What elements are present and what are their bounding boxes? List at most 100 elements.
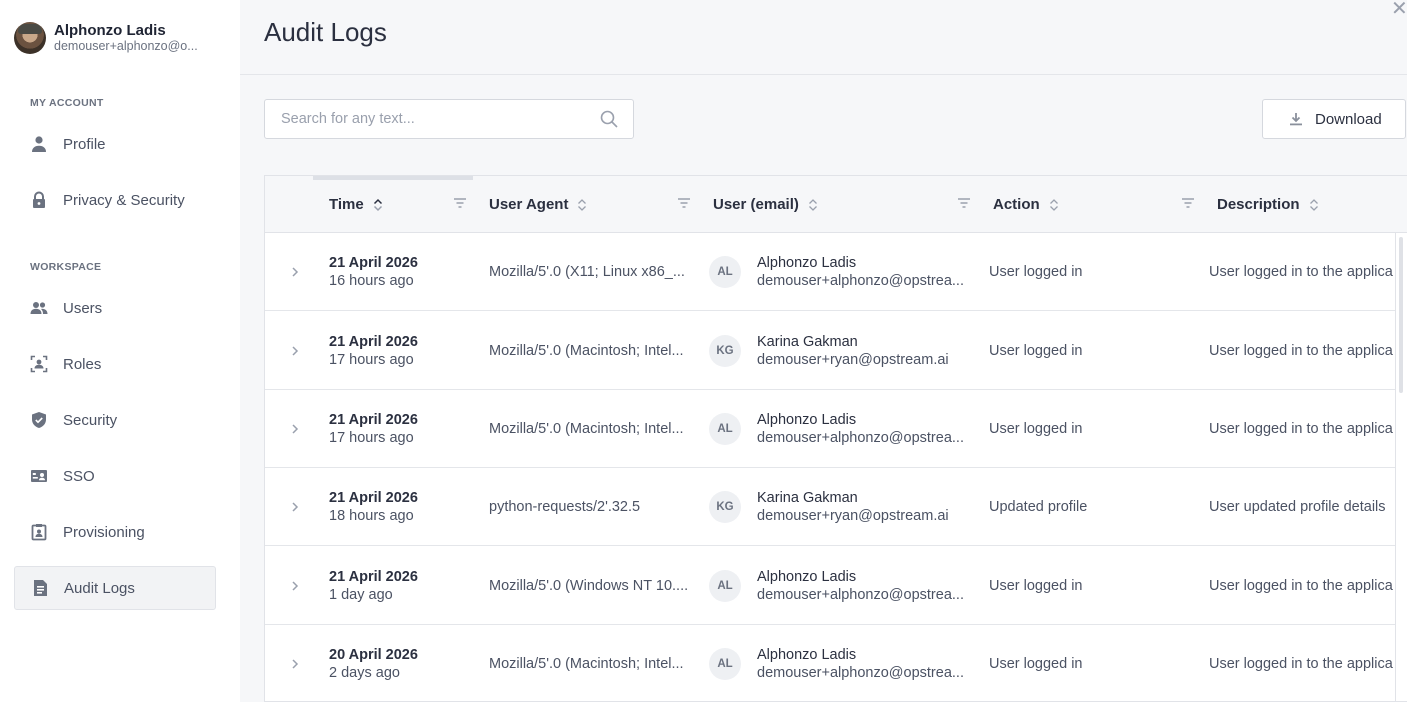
filter-icon[interactable] xyxy=(1181,196,1195,210)
table-row[interactable]: 21 April 2026 18 hours ago python-requests… xyxy=(265,468,1395,546)
avatar xyxy=(14,22,46,54)
cell-user-agent: Mozilla/5'.0 (Macintosh; Intel... xyxy=(489,625,693,701)
chevron-right-icon[interactable] xyxy=(291,312,299,390)
user-name: Karina Gakman xyxy=(757,334,858,350)
user-agent-text: Mozilla/5'.0 (Macintosh; Intel... xyxy=(489,656,684,672)
sort-icon[interactable] xyxy=(373,198,383,212)
section-label-my-account: MY ACCOUNT xyxy=(30,97,104,109)
cell-user: Karina Gakman demouser+ryan@opstream.ai xyxy=(757,489,969,526)
sort-icon[interactable] xyxy=(577,198,587,212)
user-name: Alphonzo Ladis xyxy=(757,569,857,585)
chevron-right-icon[interactable] xyxy=(291,547,299,625)
user-agent-text: Mozilla/5'.0 (X11; Linux x86_... xyxy=(489,264,685,280)
table-row[interactable]: 21 April 2026 17 hours ago Mozilla/5'.0 (M… xyxy=(265,390,1395,468)
sidebar-item-provisioning[interactable]: Provisioning xyxy=(14,510,216,554)
sidebar: Alphonzo Ladis demouser+alphonzo@o... MY… xyxy=(0,0,240,702)
users-icon xyxy=(30,299,48,317)
cell-action: User logged in xyxy=(989,578,1083,594)
sidebar-item-label: SSO xyxy=(63,467,95,485)
user-name: Alphonzo Ladis xyxy=(757,412,857,428)
download-label: Download xyxy=(1315,110,1382,128)
sidebar-item-label: Profile xyxy=(63,135,106,153)
sidebar-item-label: Privacy & Security xyxy=(63,191,185,209)
cell-user-agent: python-requests/2'.32.5 xyxy=(489,468,693,546)
user-initials-avatar: KG xyxy=(709,491,741,523)
sort-icon[interactable] xyxy=(1309,198,1319,212)
cell-time: 21 April 2026 18 hours ago xyxy=(329,489,418,526)
table-row[interactable]: 21 April 2026 16 hours ago Mozilla/5'.0 (X… xyxy=(265,233,1395,311)
cell-time: 21 April 2026 17 hours ago xyxy=(329,333,418,370)
user-email: demouser+alphonzo@opstrea... xyxy=(757,430,964,446)
user-initials-avatar: AL xyxy=(709,256,741,288)
log-relative-time: 17 hours ago xyxy=(329,430,414,446)
column-label: Time xyxy=(329,196,364,213)
column-header-user-email[interactable]: User (email) xyxy=(713,176,818,233)
log-date: 21 April 2026 xyxy=(329,412,418,428)
chevron-right-icon[interactable] xyxy=(291,233,299,311)
download-button[interactable]: Download xyxy=(1262,99,1406,139)
column-header-action[interactable]: Action xyxy=(993,176,1059,233)
user-email: demouser+alphonzo@opstrea... xyxy=(757,587,964,603)
user-initials-avatar: AL xyxy=(709,413,741,445)
search-icon[interactable] xyxy=(599,109,619,129)
log-date: 20 April 2026 xyxy=(329,647,418,663)
user-card[interactable]: Alphonzo Ladis demouser+alphonzo@o... xyxy=(14,20,224,56)
table-row[interactable]: 20 April 2026 2 days ago Mozilla/5'.0 (Mac… xyxy=(265,625,1395,701)
sort-icon[interactable] xyxy=(808,198,818,212)
page-title: Audit Logs xyxy=(264,17,387,47)
sidebar-item-security[interactable]: Security xyxy=(14,398,216,442)
search-box[interactable] xyxy=(264,99,634,139)
sidebar-item-label: Audit Logs xyxy=(64,579,135,597)
close-icon[interactable]: ✕ xyxy=(1391,0,1407,20)
user-initials-avatar: KG xyxy=(709,335,741,367)
cell-user-agent: Mozilla/5'.0 (Windows NT 10.... xyxy=(489,547,693,625)
filter-icon[interactable] xyxy=(453,196,467,210)
filter-icon[interactable] xyxy=(677,196,691,210)
log-date: 21 April 2026 xyxy=(329,490,418,506)
table-row[interactable]: 21 April 2026 1 day ago Mozilla/5'.0 (Wind… xyxy=(265,547,1395,625)
sidebar-item-sso[interactable]: SSO xyxy=(14,454,216,498)
cell-time: 21 April 2026 1 day ago xyxy=(329,568,418,605)
filter-icon[interactable] xyxy=(957,196,971,210)
chevron-right-icon[interactable] xyxy=(291,625,299,701)
sidebar-item-audit-logs[interactable]: Audit Logs xyxy=(14,566,216,610)
user-email: demouser+alphonzo@o... xyxy=(54,39,198,53)
cell-user-agent: Mozilla/5'.0 (X11; Linux x86_... xyxy=(489,233,693,311)
column-header-user-agent[interactable]: User Agent xyxy=(489,176,587,233)
cell-action: User logged in xyxy=(989,421,1083,437)
cell-user: Karina Gakman demouser+ryan@opstream.ai xyxy=(757,333,969,370)
cell-user: Alphonzo Ladis demouser+alphonzo@opstrea.… xyxy=(757,568,969,605)
column-header-time[interactable]: Time xyxy=(329,176,383,233)
log-relative-time: 18 hours ago xyxy=(329,508,414,524)
scrollbar[interactable] xyxy=(1395,233,1407,701)
table-row[interactable]: 21 April 2026 17 hours ago Mozilla/5'.0 (M… xyxy=(265,312,1395,390)
description-text: User updated profile details xyxy=(1209,499,1386,515)
log-date: 21 April 2026 xyxy=(329,255,418,271)
scroll-thumb[interactable] xyxy=(1399,237,1403,393)
cell-user: Alphonzo Ladis demouser+alphonzo@opstrea.… xyxy=(757,646,969,683)
chevron-right-icon[interactable] xyxy=(291,468,299,546)
document-icon xyxy=(31,579,49,597)
sidebar-item-users[interactable]: Users xyxy=(14,286,216,330)
search-input[interactable] xyxy=(281,111,599,127)
description-text: User logged in to the applica xyxy=(1209,421,1393,437)
description-text: User logged in to the applica xyxy=(1209,264,1393,280)
cell-description: User logged in to the applica xyxy=(1209,312,1395,390)
main-panel: Audit Logs ✕ Download Time User xyxy=(240,0,1407,702)
chevron-right-icon[interactable] xyxy=(291,390,299,468)
sidebar-item-roles[interactable]: Roles xyxy=(14,342,216,386)
cell-user-agent: Mozilla/5'.0 (Macintosh; Intel... xyxy=(489,312,693,390)
provisioning-icon xyxy=(30,523,48,541)
cell-time: 21 April 2026 16 hours ago xyxy=(329,254,418,291)
log-relative-time: 1 day ago xyxy=(329,587,393,603)
sidebar-item-profile[interactable]: Profile xyxy=(14,122,216,166)
sort-icon[interactable] xyxy=(1049,198,1059,212)
download-icon xyxy=(1289,112,1303,126)
log-relative-time: 16 hours ago xyxy=(329,273,414,289)
shield-icon xyxy=(30,411,48,429)
cell-time: 21 April 2026 17 hours ago xyxy=(329,411,418,448)
sidebar-item-privacy-security[interactable]: Privacy & Security xyxy=(14,178,216,222)
column-header-description[interactable]: Description xyxy=(1217,176,1319,233)
sidebar-item-label: Roles xyxy=(63,355,102,373)
log-relative-time: 17 hours ago xyxy=(329,352,414,368)
